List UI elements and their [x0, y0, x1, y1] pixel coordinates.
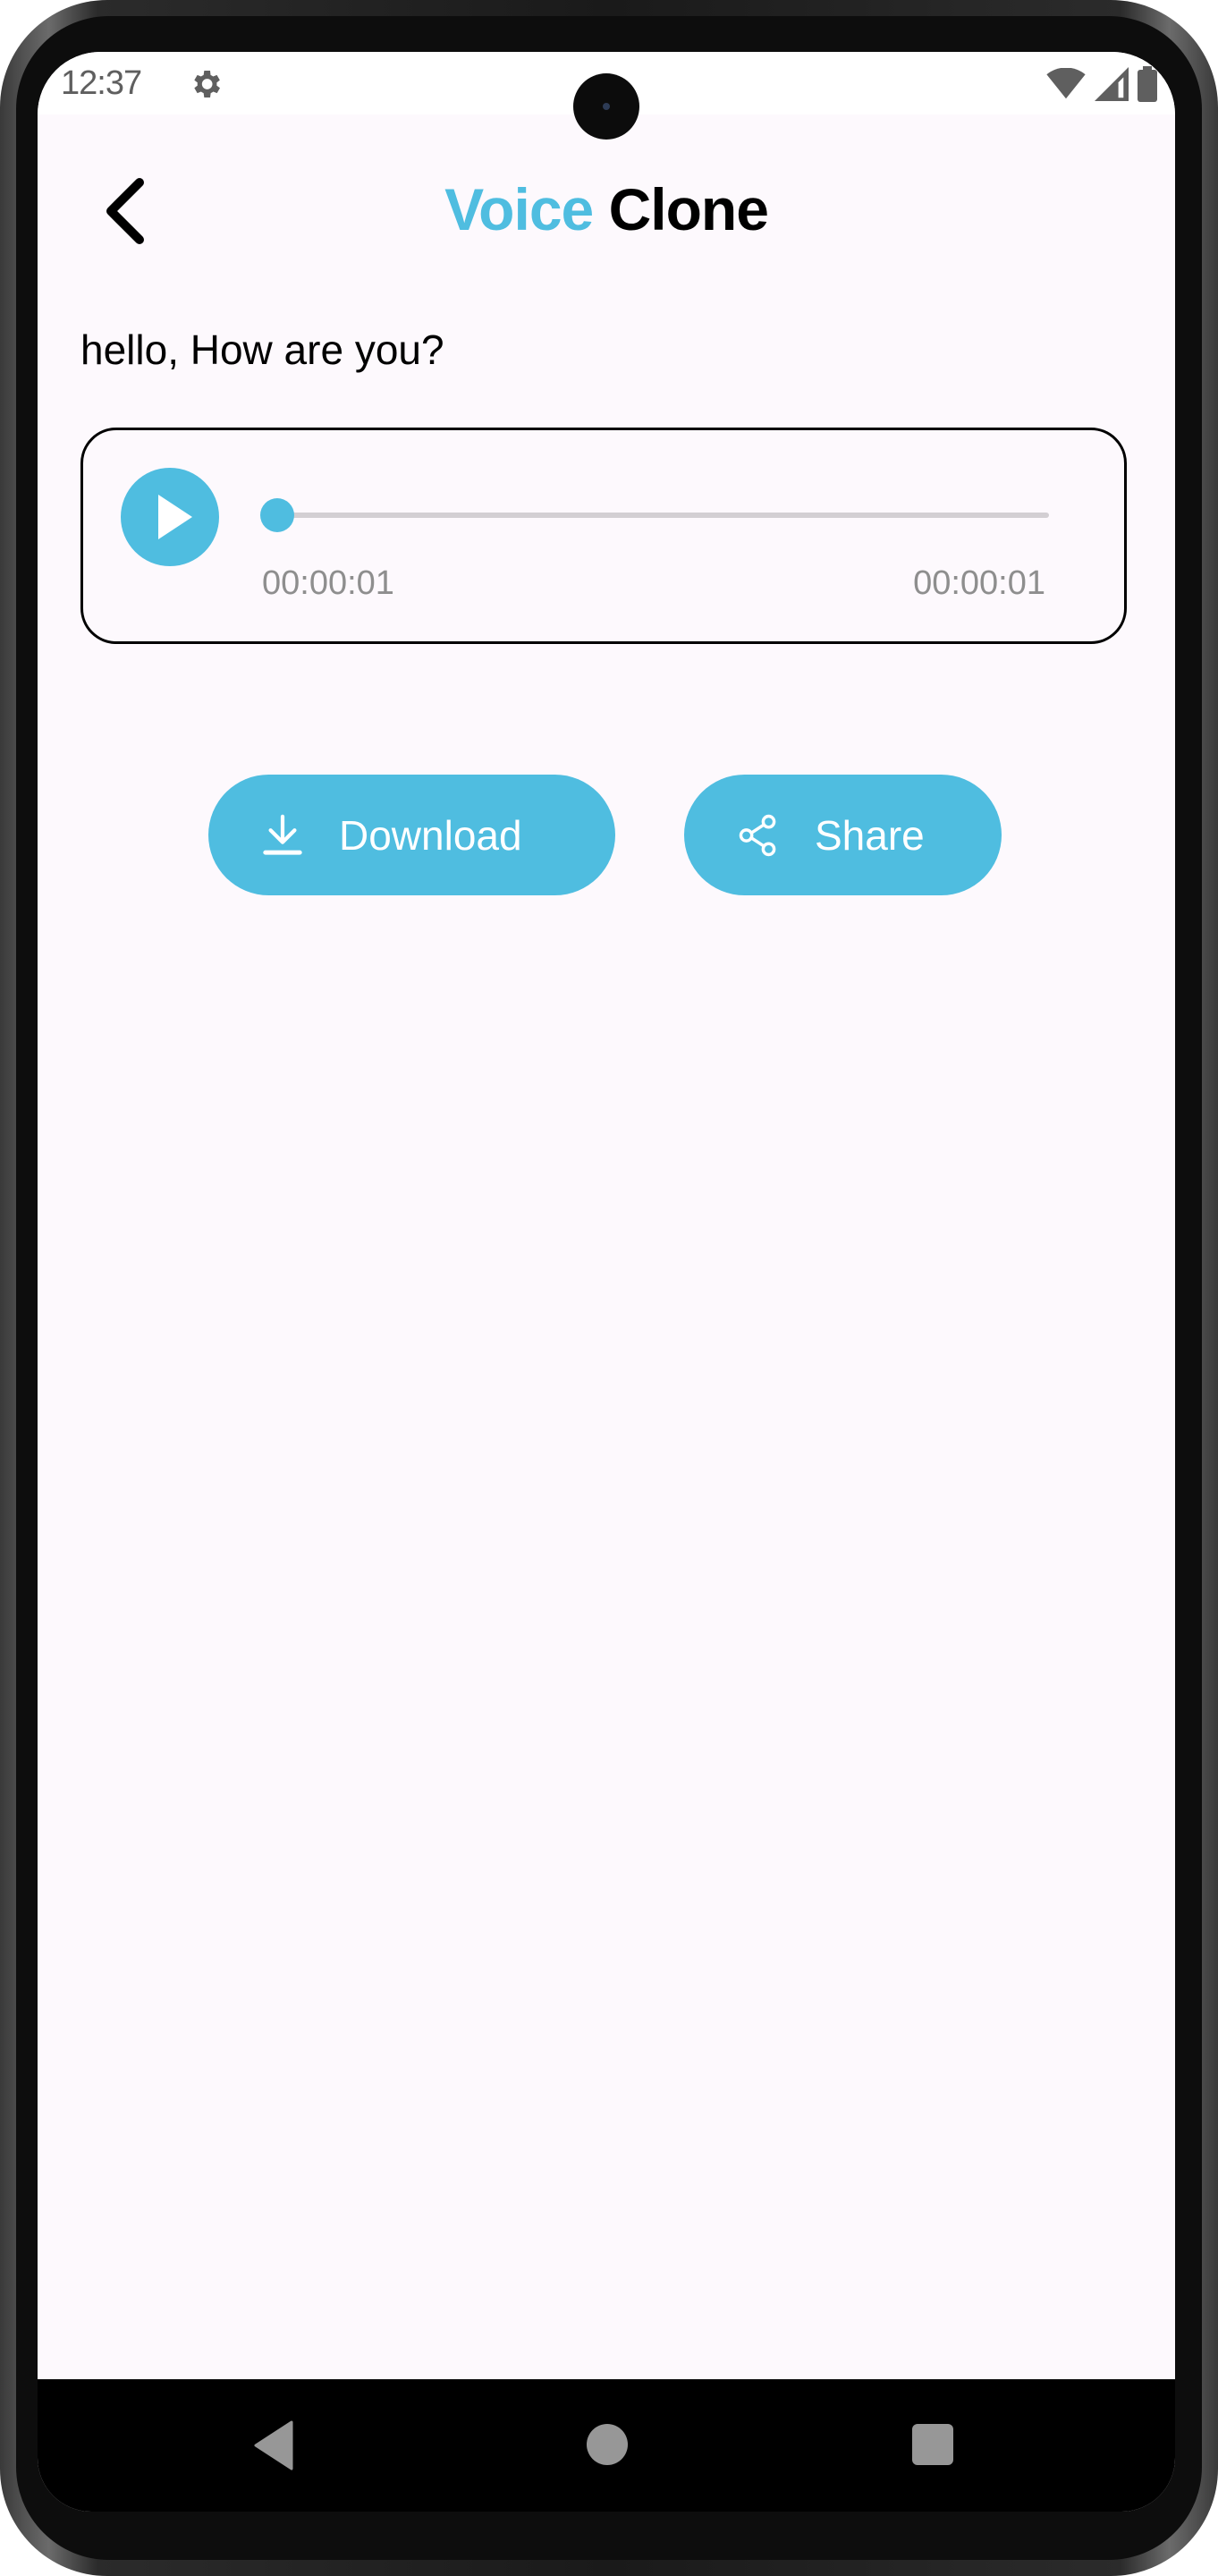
audio-player-card: 00:00:01 00:00:01	[80, 428, 1127, 644]
battery-icon	[1138, 66, 1157, 102]
app-bar: Voice Clone	[38, 159, 1175, 258]
system-nav-bar	[38, 2379, 1175, 2512]
share-button[interactable]: Share	[684, 775, 1002, 895]
download-label: Download	[339, 811, 522, 859]
nav-recents-icon[interactable]	[912, 2424, 953, 2465]
current-time: 00:00:01	[262, 564, 394, 602]
share-icon	[739, 814, 776, 856]
share-label: Share	[815, 811, 925, 859]
screen: 12:37 Voice Clone hello, How are you? 00…	[38, 52, 1175, 2512]
seek-thumb[interactable]	[260, 498, 294, 532]
title-rest: Clone	[608, 176, 769, 242]
status-bar: 12:37	[38, 52, 1175, 140]
wifi-icon	[1046, 68, 1086, 99]
play-button[interactable]	[121, 468, 219, 566]
download-icon	[263, 814, 302, 855]
nav-home-icon[interactable]	[587, 2424, 628, 2465]
total-time: 00:00:01	[913, 564, 1045, 602]
settings-gear-icon	[194, 71, 220, 97]
status-time: 12:37	[61, 64, 142, 102]
prompt-text: hello, How are you?	[80, 326, 444, 373]
title-accent: Voice	[444, 176, 594, 242]
seek-slider[interactable]	[260, 498, 1049, 532]
page-title: Voice Clone	[38, 175, 1175, 243]
system-icons	[1046, 66, 1157, 102]
nav-back-icon[interactable]	[252, 2420, 293, 2470]
cell-signal-icon	[1095, 67, 1129, 101]
front-camera	[573, 73, 639, 140]
download-button[interactable]: Download	[208, 775, 615, 895]
